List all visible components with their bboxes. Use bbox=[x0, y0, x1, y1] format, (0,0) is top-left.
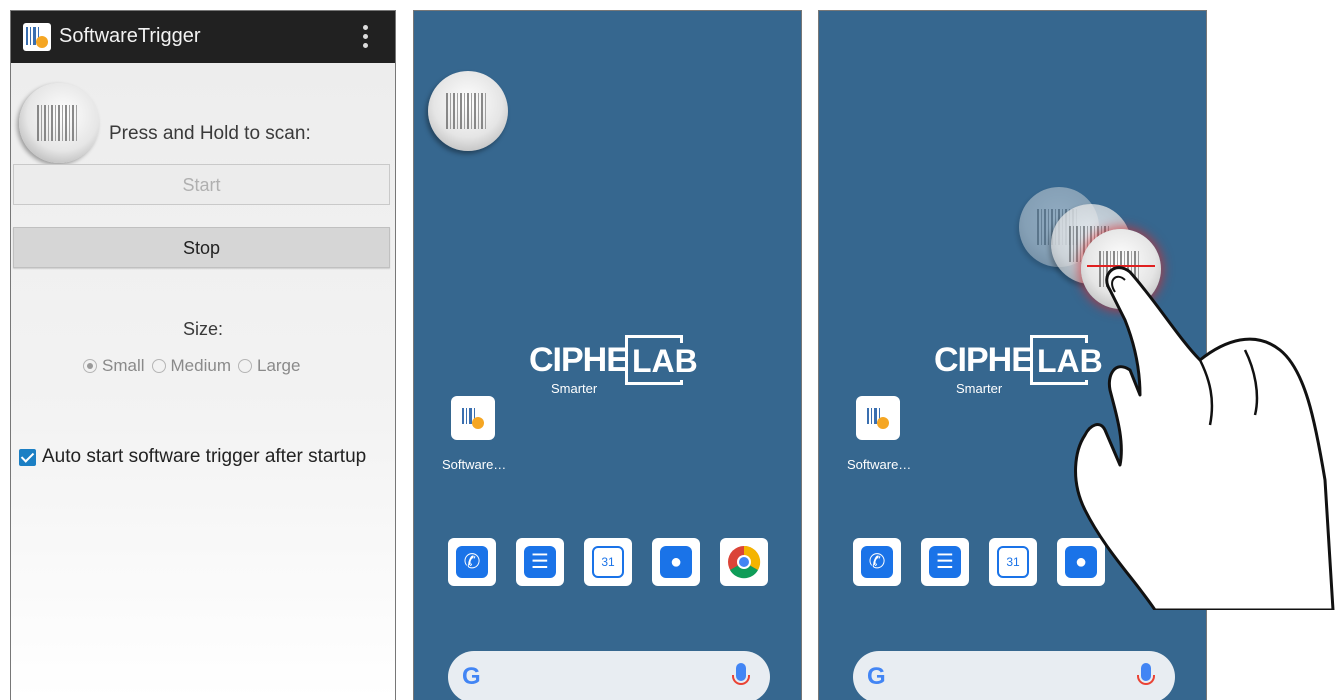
scan-row: Press and Hold to scan: bbox=[19, 83, 389, 163]
start-button[interactable]: Start bbox=[13, 164, 390, 205]
google-search-bar[interactable]: G bbox=[448, 651, 770, 700]
calendar-icon: 31 bbox=[592, 546, 624, 578]
size-option-label: Medium bbox=[170, 356, 231, 375]
scan-instruction-label: Press and Hold to scan: bbox=[109, 123, 311, 144]
app-bar: SoftwareTrigger bbox=[11, 11, 395, 63]
size-option-label: Large bbox=[256, 356, 301, 375]
messages-icon: ☰ bbox=[929, 546, 961, 578]
radio-large[interactable] bbox=[237, 359, 252, 373]
home-screen: CIPHER LAB Smarter Software… ✆ ☰ 31 ● G bbox=[413, 10, 802, 700]
size-option-small[interactable]: Small bbox=[83, 356, 145, 376]
microphone-icon[interactable] bbox=[732, 663, 750, 685]
barcode-icon bbox=[446, 93, 486, 129]
auto-start-label: Auto start software trigger after startu… bbox=[42, 446, 367, 467]
contacts-app[interactable]: ● bbox=[652, 538, 700, 586]
microphone-icon[interactable] bbox=[1137, 663, 1155, 685]
floating-scan-button[interactable] bbox=[428, 71, 508, 151]
cipherlab-logo: CIPHER LAB Smarter bbox=[529, 331, 701, 401]
phone-icon: ✆ bbox=[456, 546, 488, 578]
auto-start-checkbox[interactable] bbox=[19, 448, 36, 466]
size-option-label: Small bbox=[102, 356, 145, 375]
barcode-icon bbox=[37, 105, 77, 141]
shortcut-label: Software… bbox=[847, 457, 912, 472]
calendar-app[interactable]: 31 bbox=[584, 538, 632, 586]
messages-icon: ☰ bbox=[524, 546, 556, 578]
phone-icon: ✆ bbox=[861, 546, 893, 578]
size-option-medium[interactable]: Medium bbox=[151, 356, 231, 376]
stop-button[interactable]: Stop bbox=[13, 227, 390, 268]
auto-start-row[interactable]: Auto start software trigger after startu… bbox=[19, 446, 366, 468]
software-trigger-shortcut[interactable] bbox=[451, 396, 495, 440]
phone-app[interactable]: ✆ bbox=[448, 538, 496, 586]
hand-pointer-illustration bbox=[1074, 266, 1335, 610]
radio-medium[interactable] bbox=[151, 359, 166, 373]
app-barcode-icon bbox=[867, 408, 889, 429]
software-trigger-shortcut[interactable] bbox=[856, 396, 900, 440]
app-title: SoftwareTrigger bbox=[59, 25, 201, 47]
chrome-app[interactable] bbox=[720, 538, 768, 586]
overflow-menu-icon[interactable] bbox=[363, 25, 369, 49]
logo-tagline: Smarter bbox=[956, 381, 1003, 396]
size-label: Size: bbox=[182, 319, 224, 339]
logo-tagline: Smarter bbox=[551, 381, 598, 396]
size-option-large[interactable]: Large bbox=[237, 356, 301, 376]
shortcut-label: Software… bbox=[442, 457, 507, 472]
google-search-bar[interactable]: G bbox=[853, 651, 1175, 700]
google-logo: G bbox=[867, 663, 886, 690]
logo-lab-text: LAB bbox=[629, 343, 701, 380]
messages-app[interactable]: ☰ bbox=[921, 538, 969, 586]
app-barcode-icon bbox=[462, 408, 484, 429]
contacts-icon: ● bbox=[660, 546, 692, 578]
radio-small[interactable] bbox=[83, 359, 97, 373]
messages-app[interactable]: ☰ bbox=[516, 538, 564, 586]
scan-trigger-bubble[interactable] bbox=[19, 83, 99, 163]
size-radio-group: Small Medium Large bbox=[83, 356, 307, 376]
app-screen: SoftwareTrigger Press and Hold to scan: … bbox=[10, 10, 396, 700]
google-logo: G bbox=[462, 663, 481, 690]
phone-app[interactable]: ✆ bbox=[853, 538, 901, 586]
app-barcode-icon bbox=[23, 23, 51, 51]
chrome-icon bbox=[728, 545, 761, 579]
